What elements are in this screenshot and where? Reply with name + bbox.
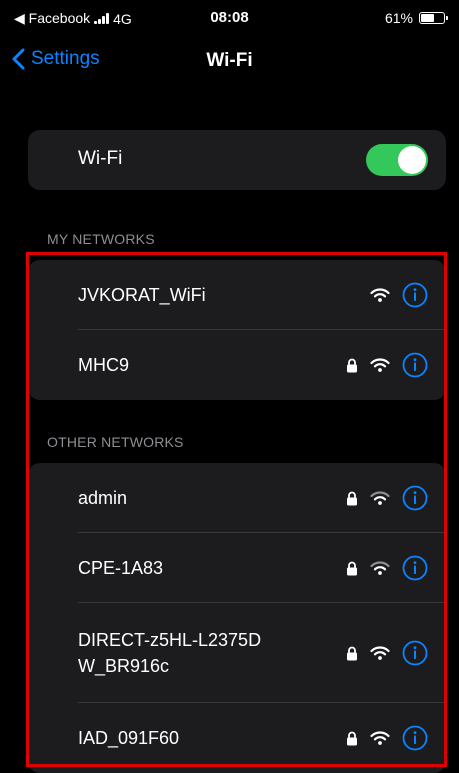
wifi-signal-icon — [370, 491, 390, 505]
wifi-toggle-switch[interactable] — [366, 144, 428, 176]
network-row-admin[interactable]: admin — [28, 463, 446, 533]
wifi-signal-icon — [370, 646, 390, 660]
other-networks-header: OTHER NETWORKS — [47, 434, 184, 450]
my-networks-list: JVKORAT_WiFi MHC9 — [28, 260, 446, 400]
network-name: DIRECT-z5HL-L2375DW_BR916c — [78, 630, 262, 676]
navigation-bar: Settings Wi-Fi — [0, 40, 459, 84]
wifi-toggle-label: Wi-Fi — [78, 148, 123, 169]
lock-icon — [346, 561, 358, 576]
wifi-toggle-card: Wi-Fi — [28, 130, 446, 190]
battery-percent: 61% — [384, 10, 413, 26]
info-icon[interactable] — [402, 485, 428, 511]
wifi-signal-icon — [370, 288, 390, 302]
info-icon[interactable] — [402, 725, 428, 751]
wifi-signal-icon — [370, 561, 390, 575]
status-right: 61% — [384, 10, 448, 26]
network-name: CPE-1A83 — [78, 558, 164, 578]
info-icon[interactable] — [402, 640, 428, 666]
page-title: Wi-Fi — [206, 50, 253, 71]
network-row-iad-091f60[interactable]: IAD_091F60 — [28, 703, 446, 773]
lock-icon — [346, 358, 358, 373]
info-icon[interactable] — [402, 555, 428, 581]
network-row-jvkorat[interactable]: JVKORAT_WiFi — [28, 260, 446, 330]
toggle-knob — [398, 146, 426, 174]
network-row-direct-z5hl[interactable]: DIRECT-z5HL-L2375DW_BR916c — [28, 603, 446, 703]
lock-icon — [346, 731, 358, 746]
network-row-cpe-1a83[interactable]: CPE-1A83 — [28, 533, 446, 603]
wifi-signal-icon — [370, 358, 390, 372]
wifi-signal-icon — [370, 731, 390, 745]
status-bar: ◀ Facebook 4G 08:08 61% — [0, 0, 459, 36]
network-name: admin — [78, 488, 128, 508]
network-name: JVKORAT_WiFi — [78, 285, 206, 305]
battery-icon — [419, 12, 448, 24]
other-networks-list: admin CPE-1A83 DIRECT-z5HL-L2375DW_BR916… — [28, 463, 446, 773]
lock-icon — [346, 646, 358, 661]
network-row-mhc9[interactable]: MHC9 — [28, 330, 446, 400]
info-icon[interactable] — [402, 352, 428, 378]
my-networks-header: MY NETWORKS — [47, 231, 155, 247]
network-name: IAD_091F60 — [78, 728, 180, 748]
info-icon[interactable] — [402, 282, 428, 308]
network-name: MHC9 — [78, 355, 130, 375]
lock-icon — [346, 491, 358, 506]
